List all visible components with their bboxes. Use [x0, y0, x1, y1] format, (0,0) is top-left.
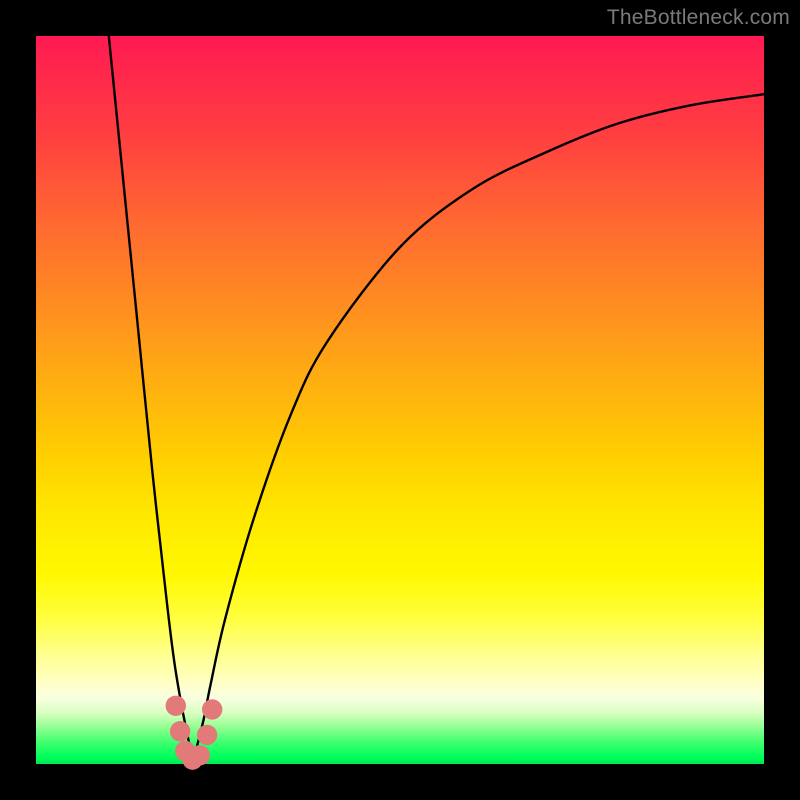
curve-marker: [190, 745, 210, 765]
chart-svg: [36, 36, 764, 764]
plot-area: [36, 36, 764, 764]
watermark-text: TheBottleneck.com: [607, 6, 790, 30]
curve-marker: [197, 725, 217, 745]
curve-marker: [166, 696, 186, 716]
chart-frame: TheBottleneck.com: [0, 0, 800, 800]
marker-group: [166, 696, 223, 770]
bottleneck-curve: [109, 36, 764, 764]
curve-marker: [170, 721, 190, 741]
curve-marker: [202, 699, 222, 719]
